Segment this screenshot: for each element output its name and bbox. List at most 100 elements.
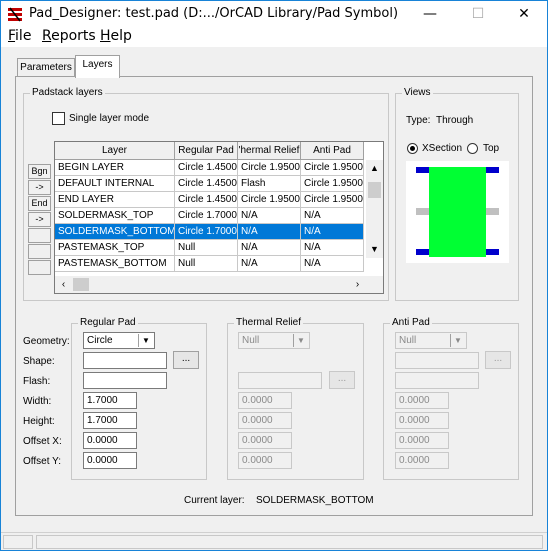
close-button[interactable]: ✕ [501, 1, 547, 27]
regular-flash-field[interactable] [83, 372, 167, 389]
regular-offset-x-field[interactable]: 0.0000 [83, 432, 137, 449]
regular-pad-cell[interactable]: Circle 1.7000 [175, 208, 238, 224]
anti-pad-title: Anti Pad [390, 317, 432, 328]
thermal-relief-cell[interactable]: N/A [238, 240, 301, 256]
end-layer-button[interactable]: End [28, 196, 51, 211]
padstack-layer-grid[interactable]: Layer Regular Pad 'hermal Relief Anti Pa… [54, 141, 384, 294]
offset-x-label: Offset X: [23, 436, 62, 447]
begin-layer-button[interactable]: Bgn [28, 164, 51, 179]
copy-layer-button[interactable]: -> [28, 180, 51, 195]
width-label: Width: [23, 396, 52, 407]
height-label: Height: [23, 416, 55, 427]
type-label: Type: [406, 115, 431, 126]
scroll-thumb[interactable] [368, 182, 381, 198]
anti-pad-cell[interactable]: N/A [301, 240, 364, 256]
regular-pad-cell[interactable]: Circle 1.4500 [175, 192, 238, 208]
scroll-left-arrow-icon[interactable]: ‹ [55, 276, 72, 293]
layer-cell[interactable]: SOLDERMASK_TOP [55, 208, 175, 224]
column-header-anti-pad[interactable]: Anti Pad [301, 142, 364, 160]
anti-width-field[interactable]: 0.0000 [395, 392, 449, 409]
copy-layer-button[interactable]: -> [28, 212, 51, 227]
column-header-regular-pad[interactable]: Regular Pad [175, 142, 238, 160]
padstack-cross-section-view [406, 161, 509, 263]
row-button[interactable] [28, 228, 51, 243]
menu-reports[interactable]: Reports [42, 27, 96, 47]
regular-geometry-select[interactable]: Circle ▼ [83, 332, 155, 349]
thermal-relief-cell[interactable]: Circle 1.9500 [238, 192, 301, 208]
regular-shape-field[interactable] [83, 352, 167, 369]
regular-pad-cell[interactable]: Circle 1.7000 [175, 224, 238, 240]
thermal-relief-cell[interactable]: Flash [238, 176, 301, 192]
type-value: Through [436, 115, 474, 126]
regular-offset-y-field[interactable]: 0.0000 [83, 452, 137, 469]
thermal-shape-field[interactable] [238, 372, 322, 389]
row-button[interactable] [28, 260, 51, 275]
maximize-button[interactable]: ☐ [455, 1, 501, 27]
regular-shape-browse-button[interactable]: ... [173, 351, 199, 369]
grid-vertical-scrollbar[interactable]: ▲ ▼ [366, 160, 383, 258]
regular-height-field[interactable]: 1.7000 [83, 412, 137, 429]
menu-help[interactable]: Help [100, 27, 132, 47]
thermal-relief-title: Thermal Relief [234, 317, 304, 328]
thermal-shape-browse-button[interactable]: ... [329, 371, 355, 389]
tab-parameters[interactable]: Parameters [17, 58, 75, 78]
layer-cell[interactable]: END LAYER [55, 192, 175, 208]
top-view-radio[interactable] [467, 143, 478, 154]
regular-pad-cell[interactable]: Circle 1.4500 [175, 160, 238, 176]
layer-cell[interactable]: SOLDERMASK_BOTTOM [55, 224, 175, 240]
current-layer-label: Current layer: [184, 495, 245, 506]
anti-shape-browse-button[interactable]: ... [485, 351, 511, 369]
views-title: Views [402, 87, 433, 98]
scroll-thumb[interactable] [73, 278, 89, 291]
minimize-button[interactable]: — [407, 1, 453, 27]
thermal-relief-cell[interactable]: Circle 1.9500 [238, 160, 301, 176]
status-bar [1, 532, 547, 550]
thermal-offset-y-field[interactable]: 0.0000 [238, 452, 292, 469]
anti-pad-cell[interactable]: Circle 1.9500 [301, 160, 364, 176]
regular-pad-cell[interactable]: Null [175, 240, 238, 256]
thermal-geometry-select[interactable]: Null ▼ [238, 332, 310, 349]
scroll-up-arrow-icon[interactable]: ▲ [366, 160, 383, 177]
begin-layer-pad-shape [486, 167, 499, 173]
thermal-relief-cell[interactable]: N/A [238, 256, 301, 272]
regular-pad-cell[interactable]: Null [175, 256, 238, 272]
anti-offset-y-field[interactable]: 0.0000 [395, 452, 449, 469]
menu-file[interactable]: File [8, 27, 31, 47]
anti-offset-x-field[interactable]: 0.0000 [395, 432, 449, 449]
grid-horizontal-scrollbar[interactable]: ‹ › [55, 276, 383, 293]
end-layer-pad-shape [416, 249, 429, 255]
column-header-layer[interactable]: Layer [55, 142, 175, 160]
anti-geometry-select[interactable]: Null ▼ [395, 332, 467, 349]
tab-layers[interactable]: Layers [75, 55, 120, 78]
window-title: Pad_Designer: test.pad (D:.../OrCAD Libr… [29, 6, 399, 21]
anti-pad-cell[interactable]: N/A [301, 208, 364, 224]
scroll-down-arrow-icon[interactable]: ▼ [366, 241, 383, 258]
anti-pad-cell[interactable]: N/A [301, 224, 364, 240]
regular-pad-cell[interactable]: Circle 1.4500 [175, 176, 238, 192]
anti-pad-cell[interactable]: N/A [301, 256, 364, 272]
anti-flash-field[interactable] [395, 372, 479, 389]
app-window: Pad_Designer: test.pad (D:.../OrCAD Libr… [0, 0, 548, 551]
layer-cell[interactable]: DEFAULT INTERNAL [55, 176, 175, 192]
status-pane [36, 535, 543, 549]
anti-pad-cell[interactable]: Circle 1.9500 [301, 192, 364, 208]
single-layer-checkbox[interactable] [52, 112, 65, 125]
xsection-radio[interactable] [407, 143, 418, 154]
thermal-relief-cell[interactable]: N/A [238, 224, 301, 240]
layer-cell[interactable]: BEGIN LAYER [55, 160, 175, 176]
pad-designer-app-icon [8, 7, 22, 22]
row-button[interactable] [28, 244, 51, 259]
scroll-right-arrow-icon[interactable]: › [349, 276, 366, 293]
layer-cell[interactable]: PASTEMASK_TOP [55, 240, 175, 256]
end-layer-pad-shape [486, 249, 499, 255]
thermal-width-field[interactable]: 0.0000 [238, 392, 292, 409]
anti-shape-field[interactable] [395, 352, 479, 369]
anti-height-field[interactable]: 0.0000 [395, 412, 449, 429]
column-header-thermal-relief[interactable]: 'hermal Relief [238, 142, 301, 160]
regular-width-field[interactable]: 1.7000 [83, 392, 137, 409]
thermal-relief-cell[interactable]: N/A [238, 208, 301, 224]
thermal-height-field[interactable]: 0.0000 [238, 412, 292, 429]
anti-pad-cell[interactable]: Circle 1.9500 [301, 176, 364, 192]
layer-cell[interactable]: PASTEMASK_BOTTOM [55, 256, 175, 272]
thermal-offset-x-field[interactable]: 0.0000 [238, 432, 292, 449]
